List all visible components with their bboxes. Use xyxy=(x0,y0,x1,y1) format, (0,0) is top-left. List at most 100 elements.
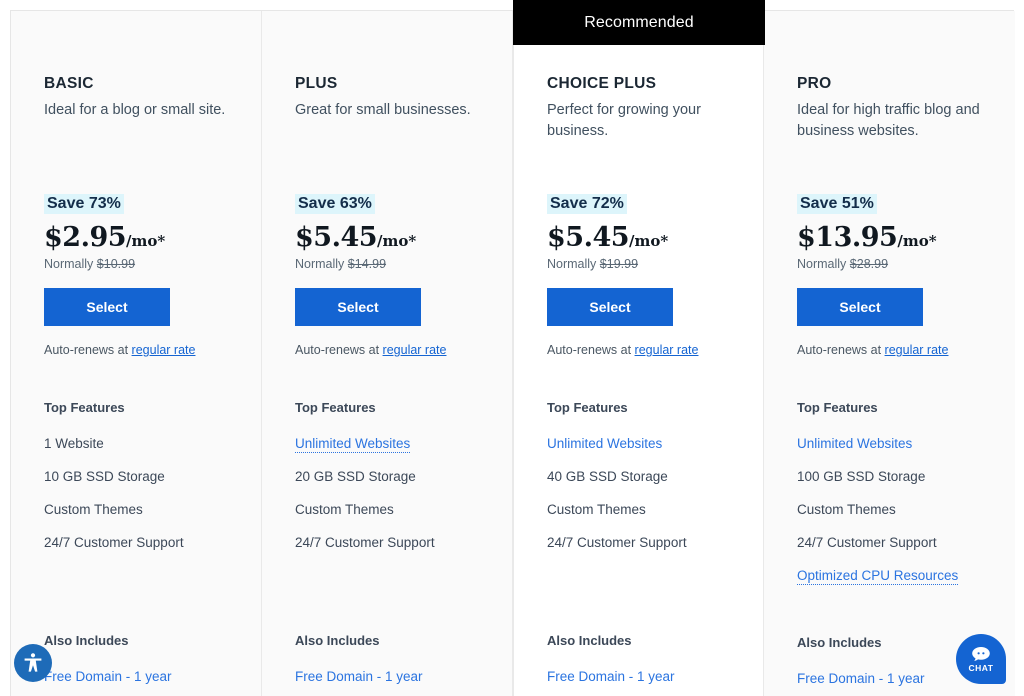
also_includes-item[interactable]: Free Domain - 1 year xyxy=(797,662,982,695)
card-body: BASIC Ideal for a blog or small site. Save… xyxy=(44,11,228,696)
pricing-page: BASIC Ideal for a blog or small site. Save… xyxy=(0,0,1024,696)
price-amount: $13.95 xyxy=(797,222,898,253)
normal-price-value: $28.99 xyxy=(849,257,889,271)
top-features-heading: Top Features xyxy=(295,400,376,415)
top_features-item: Custom Themes xyxy=(295,502,394,517)
also-includes-list: Free Domain - 1 yearFree CDN IncludedFre… xyxy=(44,660,228,696)
top-features-heading: Top Features xyxy=(797,400,878,415)
top_features-item: 1 Website xyxy=(44,436,104,451)
select-plan-button[interactable]: Select xyxy=(295,288,421,326)
plan-name: PLUS xyxy=(295,75,338,92)
auto-renew-prefix: Auto-renews at xyxy=(547,343,635,357)
normal-price: Normally $10.99 xyxy=(44,257,228,271)
also-includes-list: Free Domain - 1 yearFree CDN IncludedFre… xyxy=(547,660,730,696)
regular-rate-link[interactable]: regular rate xyxy=(885,343,949,357)
top_features-item: 24/7 Customer Support xyxy=(547,535,687,550)
regular-rate-link[interactable]: regular rate xyxy=(132,343,196,357)
plan-description: Great for small businesses. xyxy=(295,102,471,118)
top-features-list: Unlimited Websites 40 GB SSD Storage Custo… xyxy=(547,427,730,590)
also-includes-heading: Also Includes xyxy=(547,633,632,648)
top_features-item: 40 GB SSD Storage xyxy=(547,469,668,484)
also-includes-heading: Also Includes xyxy=(295,633,380,648)
accessibility-widget-button[interactable] xyxy=(14,644,52,682)
pricing-card: Recommended CHOICE PLUS Perfect for growin… xyxy=(513,0,765,696)
select-plan-button[interactable]: Select xyxy=(797,288,923,326)
pricing-card: PLUS Great for small businesses. Save 63% $… xyxy=(262,11,513,696)
regular-rate-link[interactable]: regular rate xyxy=(635,343,699,357)
price-row: $2.95/mo* xyxy=(44,222,228,253)
plan-name: PRO xyxy=(797,75,832,92)
price-amount: $5.45 xyxy=(295,222,378,253)
top_features-item: 10 GB SSD Storage xyxy=(44,469,165,484)
plan-description: Ideal for high traffic blog and business… xyxy=(797,102,980,139)
normal-price-prefix: Normally xyxy=(547,257,600,271)
normal-price: Normally $28.99 xyxy=(797,257,982,271)
savings-badge: Save 63% xyxy=(295,194,375,214)
accessibility-icon xyxy=(24,653,42,672)
top_features-item: 24/7 Customer Support xyxy=(44,535,184,550)
price-period: /mo* xyxy=(377,232,417,250)
price-period: /mo* xyxy=(897,232,937,250)
plan-name: CHOICE PLUS xyxy=(547,75,657,92)
top_features-item: 20 GB SSD Storage xyxy=(295,469,416,484)
also-includes-list: Free Domain - 1 yearFree CDN IncludedFre… xyxy=(295,660,479,696)
card-body: PRO Ideal for high traffic blog and busin… xyxy=(797,11,982,696)
auto-renew-prefix: Auto-renews at xyxy=(295,343,383,357)
plan-description: Ideal for a blog or small site. xyxy=(44,102,226,118)
card-body: CHOICE PLUS Perfect for growing your busi… xyxy=(547,11,730,696)
top_features-item: Custom Themes xyxy=(44,502,143,517)
normal-price-value: $14.99 xyxy=(347,257,387,271)
top-features-list: 1 Website 10 GB SSD Storage Custom Themes 2… xyxy=(44,427,228,590)
price-row: $5.45/mo* xyxy=(295,222,479,253)
top-features-list: Unlimited Websites 20 GB SSD Storage Custo… xyxy=(295,427,479,590)
chat-widget-button[interactable]: CHAT xyxy=(956,634,1006,684)
tooltip-text: Unlimited Websites xyxy=(295,436,411,453)
chat-bubble-icon xyxy=(972,646,990,661)
select-plan-button[interactable]: Select xyxy=(547,288,673,326)
normal-price-value: $10.99 xyxy=(96,257,136,271)
top_features-item[interactable]: Optimized CPU Resources xyxy=(797,559,982,592)
top_features-item[interactable]: Unlimited Websites xyxy=(547,427,730,460)
top_features-item: 24/7 Customer Support xyxy=(295,535,435,550)
plan-description: Perfect for growing your business. xyxy=(547,102,701,139)
auto-renew-note: Auto-renews at regular rate xyxy=(797,343,982,357)
top_features-item[interactable]: Unlimited Websites xyxy=(295,427,479,460)
top_features-item: Custom Themes xyxy=(547,502,646,517)
card-body: PLUS Great for small businesses. Save 63% $… xyxy=(295,11,479,696)
recommended-ribbon: Recommended xyxy=(513,0,765,45)
also-includes-list: Free Domain - 1 yearFree CDN IncludedFre… xyxy=(797,662,982,696)
auto-renew-prefix: Auto-renews at xyxy=(797,343,885,357)
normal-price-prefix: Normally xyxy=(44,257,97,271)
also_includes-item[interactable]: Free Domain - 1 year xyxy=(44,660,228,693)
also-includes-heading: Also Includes xyxy=(44,633,129,648)
also_includes-item[interactable]: Free Domain - 1 year xyxy=(295,660,479,693)
savings-badge: Save 51% xyxy=(797,194,877,214)
pricing-plan-grid: BASIC Ideal for a blog or small site. Save… xyxy=(10,0,1015,696)
select-plan-button[interactable]: Select xyxy=(44,288,170,326)
top-features-heading: Top Features xyxy=(547,400,628,415)
normal-price: Normally $14.99 xyxy=(295,257,479,271)
top-features-heading: Top Features xyxy=(44,400,125,415)
price-amount: $2.95 xyxy=(44,222,127,253)
tooltip-text: Optimized CPU Resources xyxy=(797,568,959,585)
also_includes-item[interactable]: Free Domain - 1 year xyxy=(547,660,730,693)
normal-price-prefix: Normally xyxy=(797,257,850,271)
savings-badge: Save 72% xyxy=(547,194,627,214)
regular-rate-link[interactable]: regular rate xyxy=(383,343,447,357)
top-features-list: Unlimited Websites 100 GB SSD Storage Cust… xyxy=(797,427,982,592)
normal-price-prefix: Normally xyxy=(295,257,348,271)
normal-price: Normally $19.99 xyxy=(547,257,730,271)
price-period: /mo* xyxy=(126,232,166,250)
normal-price-value: $19.99 xyxy=(599,257,639,271)
top_features-item: 100 GB SSD Storage xyxy=(797,469,926,484)
auto-renew-note: Auto-renews at regular rate xyxy=(547,343,730,357)
price-row: $13.95/mo* xyxy=(797,222,982,253)
top_features-item[interactable]: Unlimited Websites xyxy=(797,427,982,460)
pricing-card: PRO Ideal for high traffic blog and busin… xyxy=(764,11,1015,696)
price-amount: $5.45 xyxy=(547,222,630,253)
also-includes-heading: Also Includes xyxy=(797,635,882,650)
auto-renew-note: Auto-renews at regular rate xyxy=(44,343,228,357)
price-row: $5.45/mo* xyxy=(547,222,730,253)
